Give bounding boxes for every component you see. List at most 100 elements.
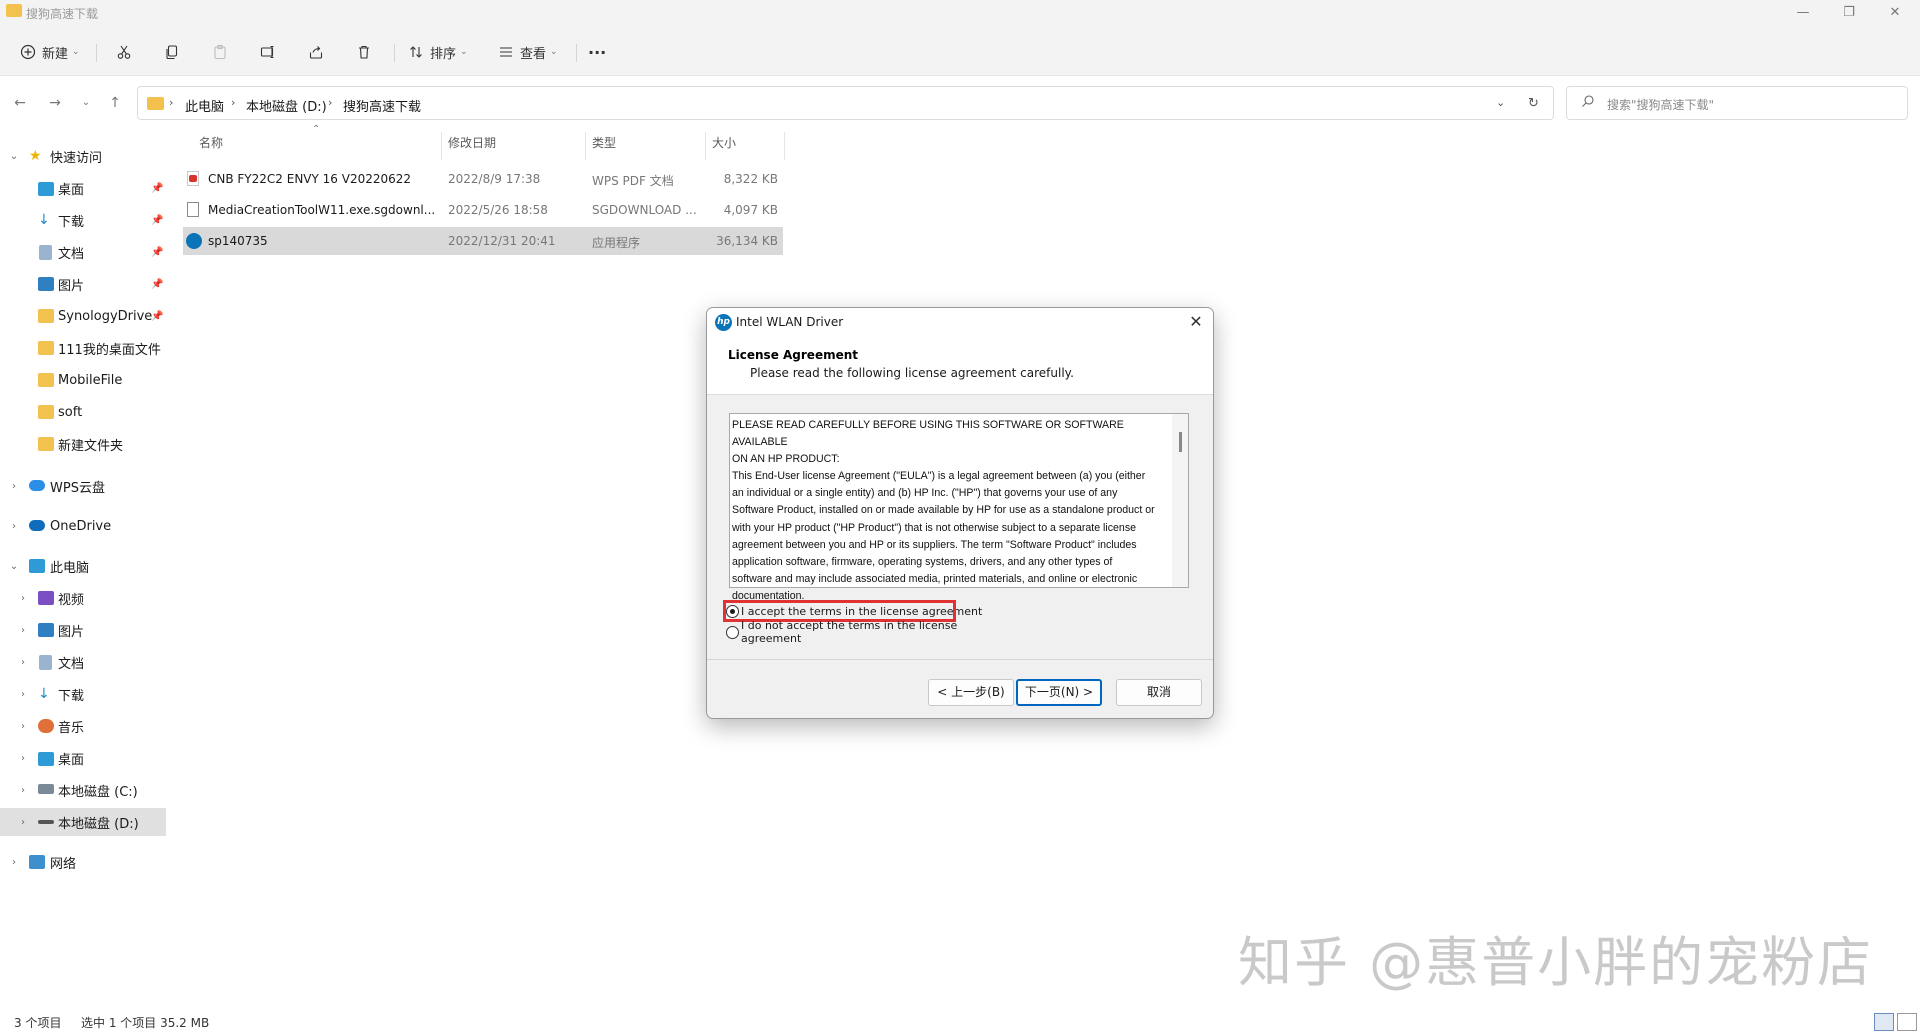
chevron-right-icon[interactable]: › [8,857,20,868]
file-row-selected[interactable]: sp140735 2022/12/31 20:41 应用程序 36,134 KB [183,227,783,255]
chevron-right-icon[interactable]: › [17,721,29,732]
sidebar-item-documents[interactable]: 文档 📌 [0,238,166,266]
breadcrumb-this-pc[interactable]: 此电脑 [185,96,224,115]
sort-label: 排序 [430,46,457,62]
sidebar-item-desktop-files[interactable]: 111我的桌面文件 [0,334,166,362]
sidebar-item-label: 文档 [58,246,85,262]
drive-icon [38,820,54,824]
eula-line: application software, firmware, operatin… [732,555,1113,568]
sidebar-item-downloads[interactable]: ↓ 下载 📌 [0,206,166,234]
scrollbar-thumb[interactable] [1179,432,1182,452]
column-divider[interactable] [441,132,442,160]
sidebar-item-mobilefile[interactable]: MobileFile [0,366,166,394]
minimize-icon[interactable]: — [1780,0,1826,26]
sidebar-item-this-pc[interactable]: ⌄ 此电脑 [0,552,166,580]
close-icon[interactable]: ✕ [1872,0,1918,26]
sidebar-item-synologydrive[interactable]: SynologyDrive 📌 [0,302,166,330]
column-divider[interactable] [705,132,706,160]
column-header-date[interactable]: 修改日期 [448,134,496,158]
desktop-icon [38,752,54,766]
file-row[interactable]: MediaCreationToolW11.exe.sgdownl... 2022… [183,196,783,224]
chevron-right-icon[interactable]: › [17,689,29,700]
sidebar-item-new-folder[interactable]: 新建文件夹 [0,430,166,458]
breadcrumb-current-folder[interactable]: 搜狗高速下载 [343,96,421,115]
copy-button[interactable] [162,39,182,65]
recent-chevron-icon[interactable]: ⌄ [76,93,96,113]
file-row[interactable]: CNB FY22C2 ENVY 16 V20220622 2022/8/9 17… [183,165,783,193]
chevron-right-icon: › [231,96,236,109]
sidebar-item-quick-access[interactable]: ⌄ ★ 快速访问 [0,142,166,170]
eula-text: PLEASE READ CAREFULLY BEFORE USING THIS … [732,417,1172,605]
sidebar-item-drive-d[interactable]: › 本地磁盘 (D:) [0,808,166,836]
selection-info: 选中 1 个项目 35.2 MB [81,1016,210,1030]
view-button[interactable]: 查看 ⌄ [496,39,558,65]
sidebar-item-desktop[interactable]: 桌面 📌 [0,174,166,202]
chevron-down-icon[interactable]: ⌄ [1496,96,1505,109]
breadcrumb-drive-d[interactable]: 本地磁盘 (D:) [246,96,327,115]
thumbnail-view-icon[interactable] [1897,1013,1917,1031]
sidebar-item-music[interactable]: › 音乐 [0,712,166,740]
rename-button[interactable] [258,39,278,65]
column-header-type[interactable]: 类型 [592,134,616,158]
eula-line: software and may include associated medi… [732,572,1138,585]
forward-arrow-icon[interactable]: → [45,93,65,113]
sidebar-item-pc-desktop[interactable]: › 桌面 [0,744,166,772]
chevron-right-icon: › [328,96,333,109]
column-header-size[interactable]: 大小 [712,134,736,158]
dialog-subheading: Please read the following license agreem… [750,366,1074,380]
up-arrow-icon[interactable]: ↑ [105,93,125,113]
sort-button[interactable]: 排序 ⌄ [406,39,468,65]
sidebar-item-drive-c[interactable]: › 本地磁盘 (C:) [0,776,166,804]
computer-icon [29,559,45,573]
decline-radio[interactable]: I do not accept the terms in the license… [726,619,1016,645]
sidebar-item-label: 此电脑 [50,560,90,576]
pin-icon: 📌 [151,182,164,194]
details-view-icon[interactable] [1874,1013,1894,1031]
cancel-button[interactable]: 取消 [1116,679,1202,706]
back-button[interactable]: < 上一步(B) [928,679,1014,706]
more-options-button[interactable]: ··· [588,39,606,65]
cut-button[interactable] [114,39,134,65]
chevron-right-icon[interactable]: › [17,753,29,764]
network-icon [29,855,45,869]
new-button[interactable]: 新建 ⌄ [18,39,80,65]
sidebar-item-pc-documents[interactable]: › 文档 [0,648,166,676]
address-bar[interactable]: › 此电脑 › 本地磁盘 (D:) › 搜狗高速下载 ⌄ ↻ [137,86,1554,120]
sidebar-item-network[interactable]: › 网络 [0,848,166,876]
sidebar-item-soft[interactable]: soft [0,398,166,426]
column-divider[interactable] [585,132,586,160]
paste-button[interactable] [210,39,230,65]
decline-label: I do not accept the terms in the license… [741,619,958,645]
chevron-right-icon[interactable]: › [17,625,29,636]
chevron-down-icon[interactable]: ⌄ [8,151,20,162]
sidebar-item-pc-pictures[interactable]: › 图片 [0,616,166,644]
close-icon[interactable]: ✕ [1185,311,1207,333]
sidebar-item-pictures[interactable]: 图片 📌 [0,270,166,298]
chevron-right-icon[interactable]: › [17,785,29,796]
search-input[interactable]: 搜索"搜狗高速下载" [1566,86,1908,120]
divider [576,44,577,62]
delete-button[interactable] [354,39,374,65]
chevron-down-icon[interactable]: ⌄ [8,561,20,572]
column-header-name[interactable]: 名称 [199,134,223,158]
sidebar-item-onedrive[interactable]: › OneDrive [0,512,166,540]
eula-textbox[interactable]: PLEASE READ CAREFULLY BEFORE USING THIS … [729,413,1189,602]
chevron-right-icon[interactable]: › [17,593,29,604]
restore-icon[interactable]: ❐ [1826,0,1872,26]
sidebar-item-label: SynologyDrive [58,308,153,324]
back-arrow-icon[interactable]: ← [10,93,30,113]
chevron-right-icon[interactable]: › [8,521,20,532]
chevron-right-icon[interactable]: › [17,817,29,828]
license-dialog: hp Intel WLAN Driver ✕ License Agreement… [706,307,1214,719]
chevron-right-icon[interactable]: › [17,657,29,668]
sidebar-item-wps-cloud[interactable]: › WPS云盘 [0,472,166,500]
refresh-icon[interactable]: ↻ [1528,96,1539,111]
column-divider[interactable] [784,132,785,160]
file-explorer-window: 搜狗高速下载 — ❐ ✕ 新建 ⌄ 排序 ⌄ 查看 ⌄ ··· ← → ⌄ ↑ … [0,0,1920,1033]
next-button[interactable]: 下一页(N) > [1016,679,1102,706]
share-button[interactable] [306,39,326,65]
sidebar-item-pc-downloads[interactable]: › ↓ 下载 [0,680,166,708]
chevron-right-icon[interactable]: › [8,481,20,492]
file-type: 应用程序 [592,236,641,250]
sidebar-item-videos[interactable]: › 视频 [0,584,166,612]
